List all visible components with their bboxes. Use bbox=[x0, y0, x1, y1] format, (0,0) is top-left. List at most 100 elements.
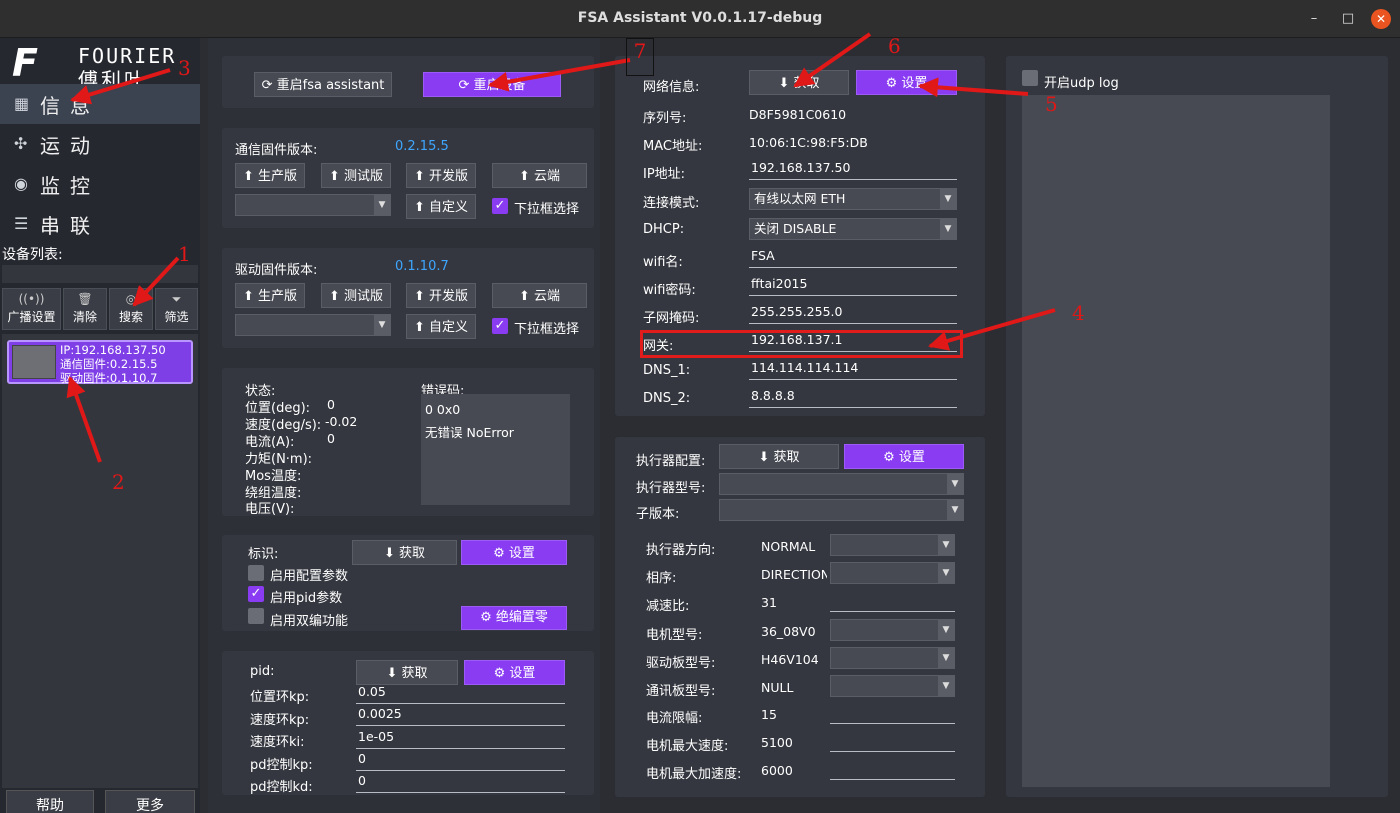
comm-firmware-panel: 通信固件版本: 0.2.15.5 ⬆ 生产版 ⬆ 测试版 ⬆ 开发版 ⬆ 云端 … bbox=[222, 128, 594, 228]
udp-log-textarea[interactable] bbox=[1022, 95, 1330, 787]
drive-test-button[interactable]: ⬆ 测试版 bbox=[321, 283, 391, 308]
drive-fw-version: 0.1.10.7 bbox=[395, 259, 449, 274]
chevron-down-icon: ▼ bbox=[938, 648, 954, 668]
button-label: 绝编置零 bbox=[495, 610, 548, 625]
nav-item-serial[interactable]: ☰ 串联 bbox=[0, 204, 200, 244]
driver-board-select[interactable]: ▼ bbox=[830, 647, 955, 669]
button-label: 自定义 bbox=[429, 200, 469, 215]
restart-panel: ⟳ 重启fsa assistant ⟳ 重启设备 bbox=[222, 56, 594, 108]
device-card[interactable]: IP:192.168.137.50 通信固件:0.2.15.5 驱动固件:0.1… bbox=[7, 340, 193, 385]
abs-encoder-zero-button[interactable]: ⚙ 绝编置零 bbox=[461, 606, 567, 630]
sub-version-select[interactable]: ▼ bbox=[719, 499, 964, 521]
subnet-mask-input[interactable]: 255.255.255.0 bbox=[749, 304, 957, 324]
comm-board-select[interactable]: ▼ bbox=[830, 675, 955, 697]
help-button[interactable]: 帮助 bbox=[6, 790, 94, 813]
error-code-value: 0 0x0 bbox=[425, 402, 461, 417]
actuator-thumbnail bbox=[12, 345, 56, 379]
flags-set-button[interactable]: ⚙ 设置 bbox=[461, 540, 567, 565]
restart-fsa-button[interactable]: ⟳ 重启fsa assistant bbox=[254, 72, 392, 97]
motor-model-select[interactable]: ▼ bbox=[830, 619, 955, 641]
pid-set-button[interactable]: ⚙ 设置 bbox=[464, 660, 565, 685]
comm-cloud-button[interactable]: ⬆ 云端 bbox=[492, 163, 587, 188]
comm-fw-label: 通信固件版本: bbox=[235, 143, 318, 158]
conn-mode-select[interactable]: 有线以太网 ETH ▼ bbox=[749, 188, 957, 210]
comm-prod-button[interactable]: ⬆ 生产版 bbox=[235, 163, 305, 188]
wifi-name-input[interactable]: FSA bbox=[749, 248, 957, 268]
drive-dev-button[interactable]: ⬆ 开发版 bbox=[406, 283, 476, 308]
nav-item-monitor[interactable]: ◉ 监控 bbox=[0, 164, 200, 204]
upload-icon: ⬆ bbox=[413, 289, 429, 304]
direction-select[interactable]: ▼ bbox=[830, 534, 955, 556]
comm-custom-button[interactable]: ⬆ 自定义 bbox=[406, 194, 476, 219]
upload-icon: ⬆ bbox=[518, 169, 534, 184]
nav-item-motion[interactable]: ✣ 运动 bbox=[0, 124, 200, 164]
pos-kp-input[interactable]: 0.05 bbox=[356, 684, 565, 704]
annotation-number-6: 6 bbox=[888, 34, 901, 58]
gear-ratio-input[interactable] bbox=[830, 592, 955, 612]
udp-log-checkbox[interactable] bbox=[1022, 70, 1038, 86]
minimize-button[interactable]: – bbox=[1304, 9, 1324, 29]
upload-icon: ⬆ bbox=[413, 200, 429, 215]
gear-ratio-label: 减速比: bbox=[646, 599, 690, 614]
current-limit-label: 电流限幅: bbox=[646, 711, 703, 726]
button-label: 筛选 bbox=[164, 310, 189, 324]
drive-fw-select[interactable]: ▼ bbox=[235, 314, 391, 336]
driver-board-value: H46V104 bbox=[761, 652, 819, 667]
comm-test-button[interactable]: ⬆ 测试版 bbox=[321, 163, 391, 188]
device-drive-fw: 驱动固件:0.1.10.7 bbox=[60, 371, 158, 385]
ip-input[interactable]: 192.168.137.50 bbox=[749, 160, 957, 180]
device-filter-input[interactable] bbox=[2, 265, 198, 283]
wifi-password-input[interactable]: fftai2015 bbox=[749, 276, 957, 296]
flags-get-button[interactable]: ⬇ 获取 bbox=[352, 540, 457, 565]
comm-board-value: NULL bbox=[761, 680, 794, 695]
pd-kd-input[interactable]: 0 bbox=[356, 773, 565, 793]
comm-dropdown-checkbox[interactable]: ✓ bbox=[492, 198, 508, 214]
pd-kp-input[interactable]: 0 bbox=[356, 751, 565, 771]
maximize-button[interactable]: □ bbox=[1338, 9, 1358, 29]
current-limit-input[interactable] bbox=[830, 704, 955, 724]
actuator-type-select[interactable]: ▼ bbox=[719, 473, 964, 495]
nav-item-info[interactable]: ▦ 信息 bbox=[0, 84, 200, 124]
max-accel-input[interactable] bbox=[830, 760, 955, 780]
config-params-checkbox[interactable] bbox=[248, 565, 264, 581]
close-button[interactable]: ✕ bbox=[1371, 9, 1391, 29]
fourier-logo: F FOURIER 傅利叶 bbox=[12, 42, 197, 92]
vel-kp-input[interactable]: 0.0025 bbox=[356, 706, 565, 726]
gateway-highlight-box bbox=[640, 330, 963, 358]
dhcp-select[interactable]: 关闭 DISABLE ▼ bbox=[749, 218, 957, 240]
dns1-input[interactable]: 114.114.114.114 bbox=[749, 360, 957, 380]
clear-button[interactable]: 🗑 清除 bbox=[63, 288, 107, 330]
button-label: 重启fsa assistant bbox=[276, 78, 385, 93]
direction-label: 执行器方向: bbox=[646, 543, 716, 558]
max-speed-input[interactable] bbox=[830, 732, 955, 752]
chevron-down-icon: ▼ bbox=[938, 563, 954, 583]
dns2-input[interactable]: 8.8.8.8 bbox=[749, 388, 957, 408]
trash-icon: 🗑 bbox=[77, 292, 93, 306]
filter-button[interactable]: ⏷ 筛选 bbox=[155, 288, 198, 330]
vel-ki-input[interactable]: 1e-05 bbox=[356, 729, 565, 749]
driver-board-label: 驱动板型号: bbox=[646, 656, 716, 671]
broadcast-settings-button[interactable]: ((•)) 广播设置 bbox=[2, 288, 61, 330]
button-label: 开发版 bbox=[429, 289, 469, 304]
network-get-button[interactable]: ⬇ 获取 bbox=[749, 70, 849, 95]
network-set-button[interactable]: ⚙ 设置 bbox=[856, 70, 957, 95]
dual-encoder-checkbox[interactable] bbox=[248, 608, 264, 624]
comm-dev-button[interactable]: ⬆ 开发版 bbox=[406, 163, 476, 188]
drive-cloud-button[interactable]: ⬆ 云端 bbox=[492, 283, 587, 308]
drive-custom-button[interactable]: ⬆ 自定义 bbox=[406, 314, 476, 339]
comm-fw-select[interactable]: ▼ bbox=[235, 194, 391, 216]
button-label: 设置 bbox=[901, 76, 928, 91]
pid-label: pid: bbox=[250, 664, 275, 679]
drive-prod-button[interactable]: ⬆ 生产版 bbox=[235, 283, 305, 308]
actuator-set-button[interactable]: ⚙ 设置 bbox=[844, 444, 964, 469]
search-button[interactable]: ◎ 搜索 bbox=[109, 288, 153, 330]
pid-get-button[interactable]: ⬇ 获取 bbox=[356, 660, 458, 685]
pid-params-checkbox[interactable]: ✓ bbox=[248, 586, 264, 602]
phase-seq-select[interactable]: ▼ bbox=[830, 562, 955, 584]
actuator-type-label: 执行器型号: bbox=[636, 481, 706, 496]
button-label: 搜索 bbox=[118, 310, 143, 324]
actuator-get-button[interactable]: ⬇ 获取 bbox=[719, 444, 839, 469]
drive-dropdown-checkbox[interactable]: ✓ bbox=[492, 318, 508, 334]
restart-device-button[interactable]: ⟳ 重启设备 bbox=[423, 72, 561, 97]
more-button[interactable]: 更多 bbox=[105, 790, 195, 813]
